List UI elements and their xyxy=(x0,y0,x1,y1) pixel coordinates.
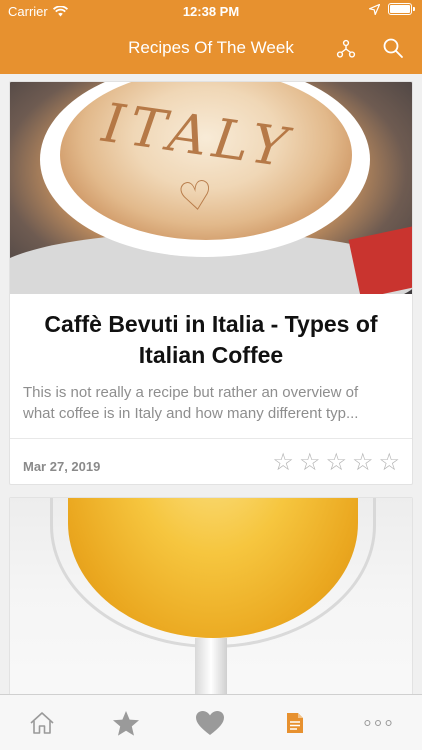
recipe-list[interactable]: ITALY ♡ Caffè Bevuti in Italia - Types o… xyxy=(0,74,422,694)
tab-popular[interactable] xyxy=(111,709,141,737)
recipe-date: Mar 27, 2019 xyxy=(23,459,101,474)
rating-stars[interactable]: ☆ ☆ ☆ ☆ ☆ xyxy=(272,451,400,475)
recipe-description-line: what coffee is in Italy and how many dif… xyxy=(23,405,359,422)
latte-art-heart-icon: ♡ xyxy=(175,172,217,222)
recipe-card[interactable]: ITALY ♡ Caffè Bevuti in Italia - Types o… xyxy=(9,81,413,485)
star-icon[interactable]: ☆ xyxy=(352,451,374,475)
status-bar: Carrier 12:38 PM xyxy=(0,0,422,24)
status-time: 12:38 PM xyxy=(182,4,240,19)
recipe-image xyxy=(10,498,412,694)
battery-icon xyxy=(388,3,415,15)
recipe-description: This is not really a recipe but rather a… xyxy=(23,382,399,424)
status-right xyxy=(369,3,415,15)
header: Carrier 12:38 PM Recipes Of The Week xyxy=(0,0,422,74)
recipe-title[interactable]: Caffè Bevuti in Italia - Types of Italia… xyxy=(20,309,402,371)
more-icon xyxy=(364,720,392,726)
heart-icon xyxy=(196,711,224,735)
home-icon xyxy=(30,712,54,734)
navigation-bar: Recipes Of The Week xyxy=(0,24,422,74)
tab-home[interactable] xyxy=(27,709,57,737)
star-icon xyxy=(113,710,139,736)
star-icon[interactable]: ☆ xyxy=(378,451,400,475)
cocktail-glass-shape xyxy=(50,498,376,648)
recipe-description-line: This is not really a recipe but rather a… xyxy=(23,384,359,401)
star-icon[interactable]: ☆ xyxy=(325,451,347,475)
categories-icon[interactable] xyxy=(336,39,356,59)
tab-favorites[interactable] xyxy=(195,709,225,737)
tab-recipes[interactable] xyxy=(280,709,310,737)
glass-stem-shape xyxy=(195,638,227,694)
document-icon xyxy=(287,713,303,733)
search-icon[interactable] xyxy=(382,37,404,59)
recipe-footer: Mar 27, 2019 ☆ ☆ ☆ ☆ ☆ xyxy=(10,438,412,484)
page-title: Recipes Of The Week xyxy=(128,38,294,57)
recipe-image: ITALY ♡ xyxy=(10,82,412,294)
location-icon xyxy=(369,3,380,15)
red-napkin-shape xyxy=(348,225,412,294)
star-icon[interactable]: ☆ xyxy=(299,451,321,475)
star-icon[interactable]: ☆ xyxy=(272,451,294,475)
tab-bar xyxy=(0,694,422,750)
tab-more[interactable] xyxy=(363,709,393,737)
recipe-card[interactable] xyxy=(9,497,413,694)
